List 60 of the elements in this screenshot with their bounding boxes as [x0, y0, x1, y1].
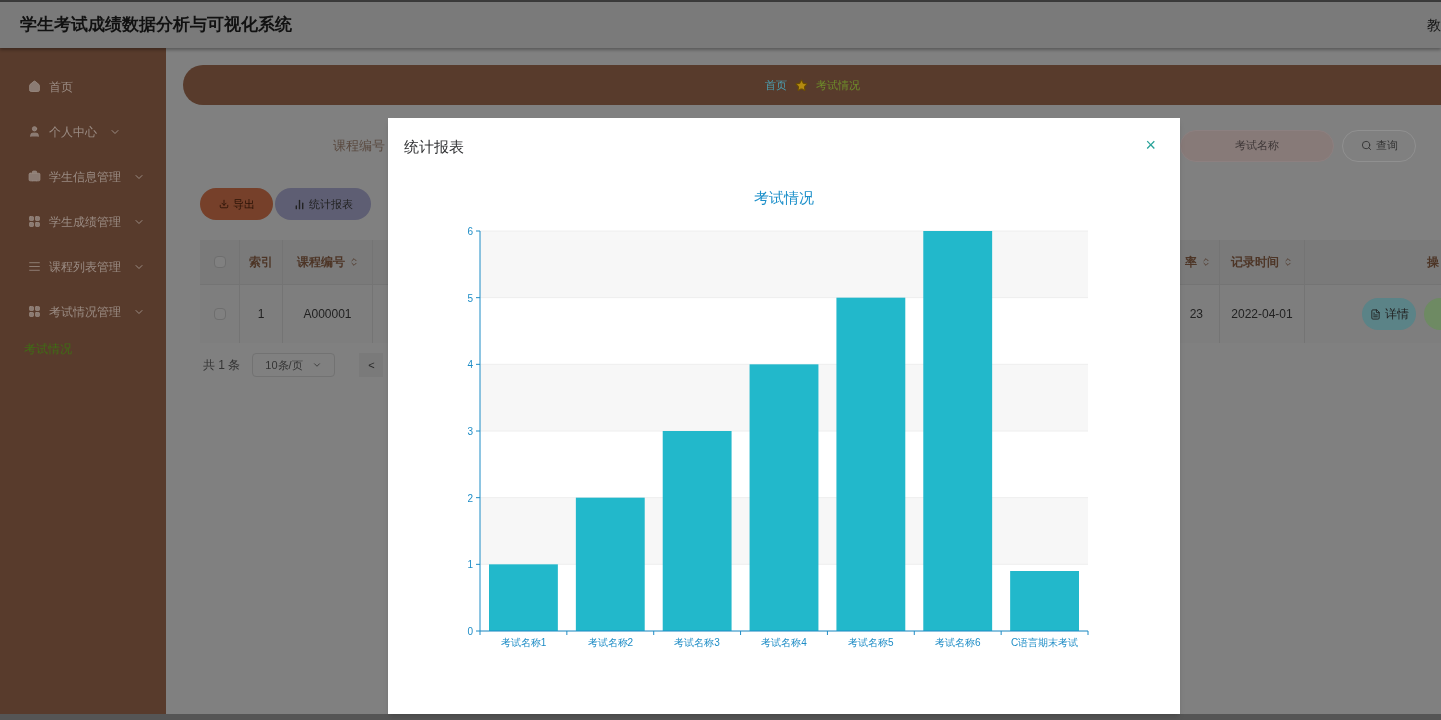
star-icon [794, 78, 808, 92]
y-tick-label: 5 [467, 292, 473, 304]
chart-title: 考试情况 [754, 187, 814, 208]
report-button[interactable]: 统计报表 [275, 188, 371, 220]
x-tick-label: 考试名称4 [761, 637, 807, 648]
bar [489, 564, 558, 631]
x-tick-label: C语言期末考试 [1010, 637, 1079, 648]
y-tick-label: 0 [467, 626, 473, 637]
sidebar-item[interactable]: 个人中心 [0, 109, 166, 154]
bar-chart-icon [293, 198, 305, 210]
user-name: 教 [1427, 16, 1441, 35]
prev-page-button[interactable]: < [359, 353, 384, 377]
breadcrumb-link[interactable]: 首页 [764, 76, 787, 94]
search-field[interactable]: 考试名称 [1180, 129, 1334, 162]
table-cell: 1 [240, 285, 283, 343]
sidebar-item[interactable]: 课程列表管理 [0, 244, 166, 289]
page-size-select[interactable]: 10条/页 [252, 353, 336, 377]
y-tick-label: 6 [467, 226, 473, 237]
x-tick-label: 考试名称1 [500, 637, 547, 648]
sidebar-item[interactable]: 首页 [0, 64, 166, 109]
chevron-down-icon [312, 360, 323, 370]
home-icon [28, 80, 41, 93]
sort-icon [1283, 257, 1293, 267]
table-cell: A000001 [283, 285, 373, 343]
briefcase-icon [28, 170, 41, 183]
grid-icon [28, 215, 41, 228]
sidebar-item[interactable]: 学生成绩管理 [0, 199, 166, 244]
close-button[interactable]: × [1145, 136, 1156, 154]
y-tick-label: 2 [467, 492, 473, 504]
search-icon [1360, 140, 1372, 151]
bar [1010, 571, 1079, 631]
document-icon [1369, 308, 1381, 320]
column-header[interactable]: 记录时间 [1220, 240, 1305, 284]
y-tick-label: 1 [467, 559, 473, 571]
x-tick-label: 考试名称5 [848, 637, 894, 648]
y-tick-label: 4 [467, 359, 473, 371]
column-header[interactable]: 课程编号 [283, 240, 373, 284]
table-cell: 2022-04-01 [1220, 285, 1305, 343]
app-title: 学生考试成绩数据分析与可视化系统 [20, 14, 292, 37]
column-header: 索引 [240, 240, 283, 284]
export-button[interactable]: 导出 [200, 188, 273, 220]
x-tick-label: 考试名称6 [934, 637, 981, 648]
y-tick-label: 3 [467, 426, 473, 437]
action-button[interactable] [1424, 298, 1441, 330]
list-icon [28, 260, 41, 273]
sort-icon [348, 257, 359, 267]
sort-icon [1201, 257, 1211, 267]
x-tick-label: 考试名称3 [674, 637, 720, 648]
breadcrumb-current: 考试情况 [815, 77, 860, 93]
user-icon [28, 125, 41, 138]
sidebar-item[interactable]: 学生信息管理 [0, 154, 166, 199]
x-tick-label: 考试名称2 [587, 637, 634, 648]
download-icon [218, 199, 229, 209]
details-button[interactable]: 详情 [1362, 298, 1417, 330]
dialog-title: 统计报表 [404, 137, 464, 157]
sidebar-item[interactable]: 考试情况管理 [0, 289, 166, 334]
column-header: 操 [1426, 254, 1440, 271]
total-count: 共 1 条 [203, 357, 241, 374]
search-label: 课程编号 [333, 136, 385, 155]
grid-icon [28, 305, 41, 318]
